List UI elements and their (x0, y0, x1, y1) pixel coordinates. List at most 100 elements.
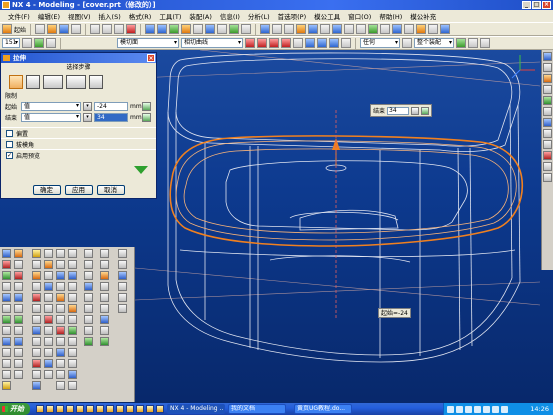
end-limit-value-input[interactable]: 34 (94, 112, 128, 122)
csys-icon[interactable] (2, 381, 11, 390)
trim-mold-icon[interactable] (84, 271, 93, 280)
through-curves-icon[interactable] (56, 249, 65, 258)
mold-drawing-icon[interactable] (84, 304, 93, 313)
media-icon[interactable] (66, 405, 74, 413)
ejector-icon[interactable] (68, 337, 77, 346)
enlarge-icon[interactable] (56, 370, 65, 379)
tube-icon[interactable] (14, 282, 23, 291)
cavity-layout-icon[interactable] (68, 282, 77, 291)
object-display-icon[interactable] (118, 271, 127, 280)
parting-icon[interactable] (68, 304, 77, 313)
rectangle-icon[interactable] (44, 293, 53, 302)
ellipse-icon[interactable] (44, 315, 53, 324)
bounded-plane-icon[interactable] (56, 293, 65, 302)
scale-icon[interactable] (32, 315, 41, 324)
paint-icon[interactable] (116, 405, 124, 413)
menu-insert[interactable]: 插入(S) (95, 11, 125, 21)
iso-view-icon[interactable] (332, 24, 343, 34)
cancel-button[interactable]: 取消 (96, 185, 125, 195)
menu-window[interactable]: 窗口(O) (344, 11, 375, 21)
player-icon[interactable] (136, 405, 144, 413)
global-shaping-icon[interactable] (56, 381, 65, 390)
preview-row[interactable]: ✓ 启用预览 (1, 149, 156, 160)
intersect-icon[interactable] (32, 359, 41, 368)
offset-surface-icon[interactable] (56, 359, 65, 368)
filter-icon[interactable] (46, 38, 56, 48)
pocket-feature-icon[interactable] (14, 304, 23, 313)
quilt-icon[interactable] (56, 348, 65, 357)
offset-face-icon[interactable] (32, 304, 41, 313)
gate-icon[interactable] (68, 370, 77, 379)
feature-select-icon[interactable] (329, 38, 339, 48)
reverse-direction-icon[interactable] (89, 75, 103, 89)
start-button[interactable]: 开始 (0, 403, 30, 415)
body-step-icon[interactable] (66, 75, 86, 89)
mold-base-icon[interactable] (68, 315, 77, 324)
extrude-feature-icon[interactable] (14, 249, 23, 258)
end-distance-handle[interactable]: 结束 34 (370, 104, 433, 117)
cooling-icon[interactable] (84, 249, 93, 258)
spline-icon[interactable] (44, 282, 53, 291)
menu-help[interactable]: 帮助(H) (375, 11, 406, 21)
spreadsheet-icon[interactable] (118, 260, 127, 269)
face-rule-combo[interactable]: 模切面 (117, 38, 179, 48)
mid-point-icon[interactable] (269, 38, 279, 48)
start-distance-tag[interactable]: 起始=-24 (378, 308, 411, 318)
bridge-curve-icon[interactable] (44, 370, 53, 379)
draft-icon[interactable] (32, 293, 41, 302)
menu-mold-tools[interactable]: 模公工具 (310, 11, 344, 21)
point-snap-icon[interactable] (245, 38, 255, 48)
blend-icon[interactable] (241, 24, 252, 34)
palette-icon[interactable] (543, 173, 552, 182)
calc-icon[interactable] (106, 405, 114, 413)
volume-icon[interactable] (456, 405, 463, 413)
suppress-icon[interactable] (100, 293, 109, 302)
start-label[interactable]: 起始 (14, 25, 26, 34)
offset-checkbox[interactable] (6, 129, 13, 137)
undo-icon[interactable] (145, 24, 156, 34)
taskbar-documents-button[interactable]: 我的文档 (228, 404, 286, 414)
promote-icon[interactable] (32, 381, 41, 390)
extract-icon[interactable] (32, 370, 41, 379)
snap-icon[interactable] (34, 38, 44, 48)
menu-file[interactable]: 文件(F) (4, 11, 34, 21)
scope-combo[interactable]: 任何 (360, 38, 400, 48)
end-limit-arrow-button[interactable] (142, 112, 151, 122)
edit-feature-icon[interactable] (100, 249, 109, 258)
assembly-scope-combo[interactable]: 整个装配 (414, 38, 454, 48)
new-file-icon[interactable] (35, 24, 46, 34)
shell-icon[interactable] (32, 282, 41, 291)
draft-row[interactable]: 拔模角 (1, 138, 156, 149)
menu-information[interactable]: 信息(I) (216, 11, 244, 21)
replace-feature-icon[interactable] (100, 315, 109, 324)
shrinkage-icon[interactable] (68, 260, 77, 269)
paste-icon[interactable] (114, 24, 125, 34)
mesh-surface-icon[interactable] (56, 260, 65, 269)
trim-body-icon[interactable] (14, 370, 23, 379)
playback-icon[interactable] (100, 326, 109, 335)
component-select-icon[interactable] (341, 38, 351, 48)
draft-checkbox[interactable] (6, 140, 13, 148)
subtract-icon[interactable] (32, 348, 41, 357)
start-limit-arrow-button[interactable] (142, 101, 151, 111)
boolean-step-icon[interactable] (43, 75, 63, 89)
music-icon[interactable] (146, 405, 154, 413)
casting-icon[interactable] (84, 315, 93, 324)
face-select-icon[interactable] (305, 38, 315, 48)
chat-icon[interactable] (126, 405, 134, 413)
intersect-point-icon[interactable] (293, 38, 303, 48)
chamfer-icon[interactable] (32, 271, 41, 280)
menu-analysis[interactable]: 分析(L) (244, 11, 274, 21)
history-palette-icon[interactable] (543, 85, 552, 94)
expand-arrow-icon[interactable] (134, 163, 148, 175)
text-icon[interactable] (44, 337, 53, 346)
slot-icon[interactable] (2, 315, 11, 324)
explorer-icon[interactable] (56, 405, 64, 413)
folder-icon[interactable] (86, 405, 94, 413)
sub-insert-icon[interactable] (68, 359, 77, 368)
cut-icon[interactable] (90, 24, 101, 34)
training-icon[interactable] (543, 162, 552, 171)
pocket-icon[interactable] (229, 24, 240, 34)
view-manager-icon[interactable] (84, 326, 93, 335)
menu-view[interactable]: 视图(V) (64, 11, 95, 21)
